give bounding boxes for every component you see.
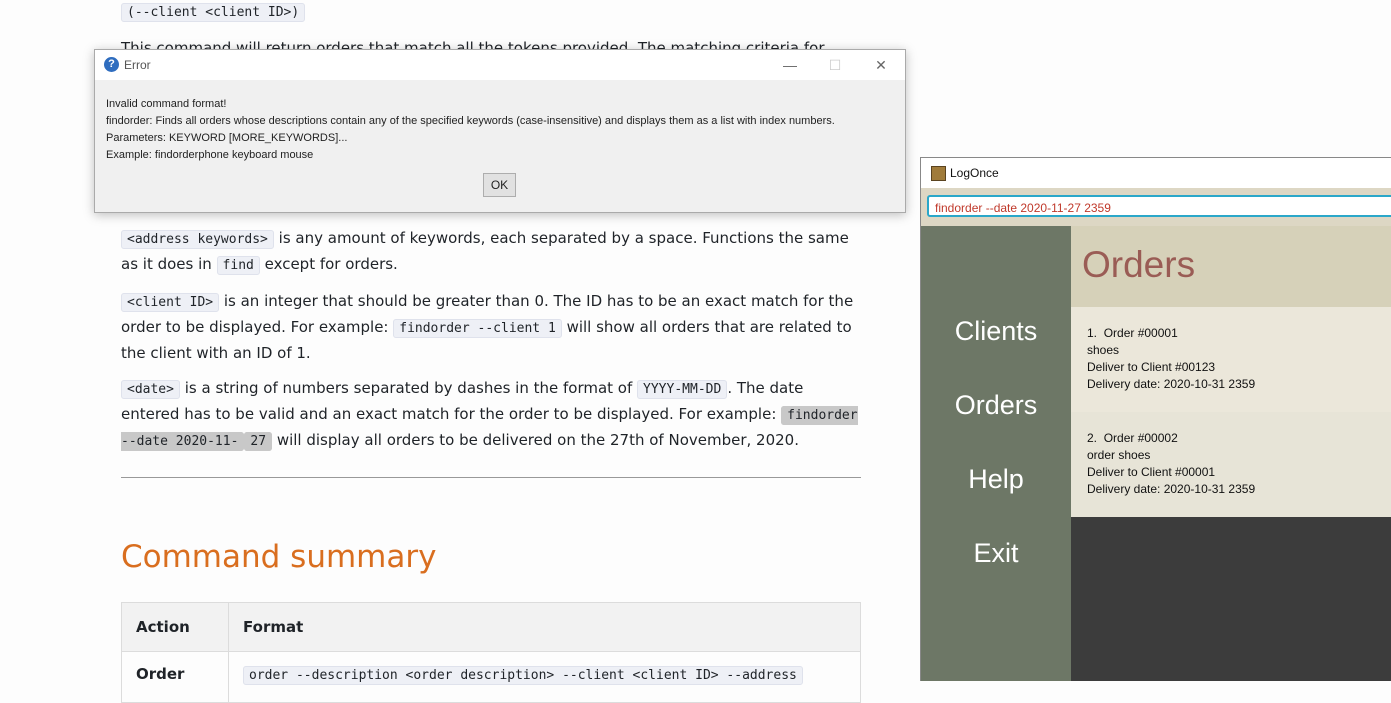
command-box-area: findorder --date 2020-11-27 2359 [921, 188, 1391, 226]
sidebar-item-exit[interactable]: Exit [921, 538, 1071, 569]
close-button[interactable]: ✕ [866, 54, 896, 76]
order-format-code: order --description <order description> … [243, 666, 803, 685]
error-dialog: ? Error — ☐ ✕ Invalid command format! fi… [94, 49, 906, 213]
app-icon [931, 166, 946, 181]
client-id-code: <client ID> [121, 293, 220, 312]
date-code: <date> [121, 380, 180, 399]
sidebar-item-clients[interactable]: Clients [921, 316, 1071, 347]
order-id: Order #00001 [1103, 326, 1178, 340]
date-paragraph: <date> is a string of numbers separated … [121, 376, 861, 454]
list-item[interactable]: 1. Order #00001 shoes Deliver to Client … [1071, 307, 1391, 412]
client-token-code: (--client <client ID>) [121, 3, 306, 22]
client-example-code: findorder --client 1 [393, 319, 562, 338]
address-text-2: except for orders. [259, 255, 398, 273]
order-description: shoes [1087, 343, 1120, 357]
list-item[interactable]: 2. Order #00002 order shoes Deliver to C… [1071, 412, 1391, 517]
section-divider [121, 477, 861, 478]
dialog-message: Invalid command format! findorder: Finds… [106, 96, 835, 164]
order-date: Delivery date: 2020-10-31 2359 [1087, 377, 1256, 391]
date-text-1: is a string of numbers separated by dash… [179, 379, 638, 397]
logonce-window: LogOnce findorder --date 2020-11-27 2359… [920, 157, 1391, 681]
table-cell-action: Order [121, 651, 229, 703]
date-text-3: will display all orders to be delivered … [272, 431, 799, 449]
order-index: 1. [1087, 326, 1098, 340]
question-icon: ? [104, 57, 119, 72]
address-keywords-code: <address keywords> [121, 230, 274, 249]
address-paragraph: <address keywords> is any amount of keyw… [121, 226, 861, 278]
table-header-action: Action [121, 602, 229, 652]
dialog-message-line: Parameters: KEYWORD [MORE_KEYWORDS]... [106, 132, 348, 144]
command-summary-table: Action Format Order order --description … [121, 602, 861, 703]
order-client: Deliver to Client #00001 [1087, 465, 1216, 479]
ok-button[interactable]: OK [483, 173, 516, 197]
dialog-message-line: Example: findorderphone keyboard mouse [106, 149, 314, 161]
date-format-code: YYYY-MM-DD [637, 380, 728, 399]
minimize-button[interactable]: — [775, 54, 805, 76]
table-header-row: Action Format [121, 602, 861, 652]
maximize-button: ☐ [828, 57, 842, 73]
sidebar-item-orders[interactable]: Orders [921, 390, 1071, 421]
dialog-title-bar[interactable]: ? Error — ☐ ✕ [95, 50, 905, 80]
client-id-paragraph: <client ID> is an integer that should be… [121, 289, 861, 365]
client-token-line: (--client <client ID>) [121, 0, 861, 25]
table-cell-format: order --description <order description> … [228, 651, 861, 703]
dialog-message-line: findorder: Finds all orders whose descri… [106, 115, 835, 127]
app-title: LogOnce [950, 166, 999, 180]
dialog-message-line: Invalid command format! [106, 98, 227, 110]
find-code: find [216, 256, 260, 275]
command-summary-heading: Command summary [121, 539, 437, 575]
dialog-title: Error [124, 58, 151, 72]
app-title-bar[interactable]: LogOnce [921, 158, 1391, 188]
order-id: Order #00002 [1103, 431, 1178, 445]
orders-panel: Orders 1. Order #00001 shoes Deliver to … [1071, 226, 1391, 681]
sidebar-item-help[interactable]: Help [921, 464, 1071, 495]
orders-header: Orders [1071, 226, 1391, 307]
order-date: Delivery date: 2020-10-31 2359 [1087, 482, 1256, 496]
order-client: Deliver to Client #00123 [1087, 360, 1216, 374]
sidebar: Clients Orders Help Exit [921, 226, 1071, 681]
command-input[interactable]: findorder --date 2020-11-27 2359 [927, 195, 1391, 217]
table-row: Order order --description <order descrip… [121, 651, 861, 703]
date-example-code-cont[interactable]: 27 [244, 432, 273, 451]
table-header-format: Format [228, 602, 861, 652]
order-description: order shoes [1087, 448, 1151, 462]
order-index: 2. [1087, 431, 1098, 445]
orders-title: Orders [1082, 244, 1196, 285]
